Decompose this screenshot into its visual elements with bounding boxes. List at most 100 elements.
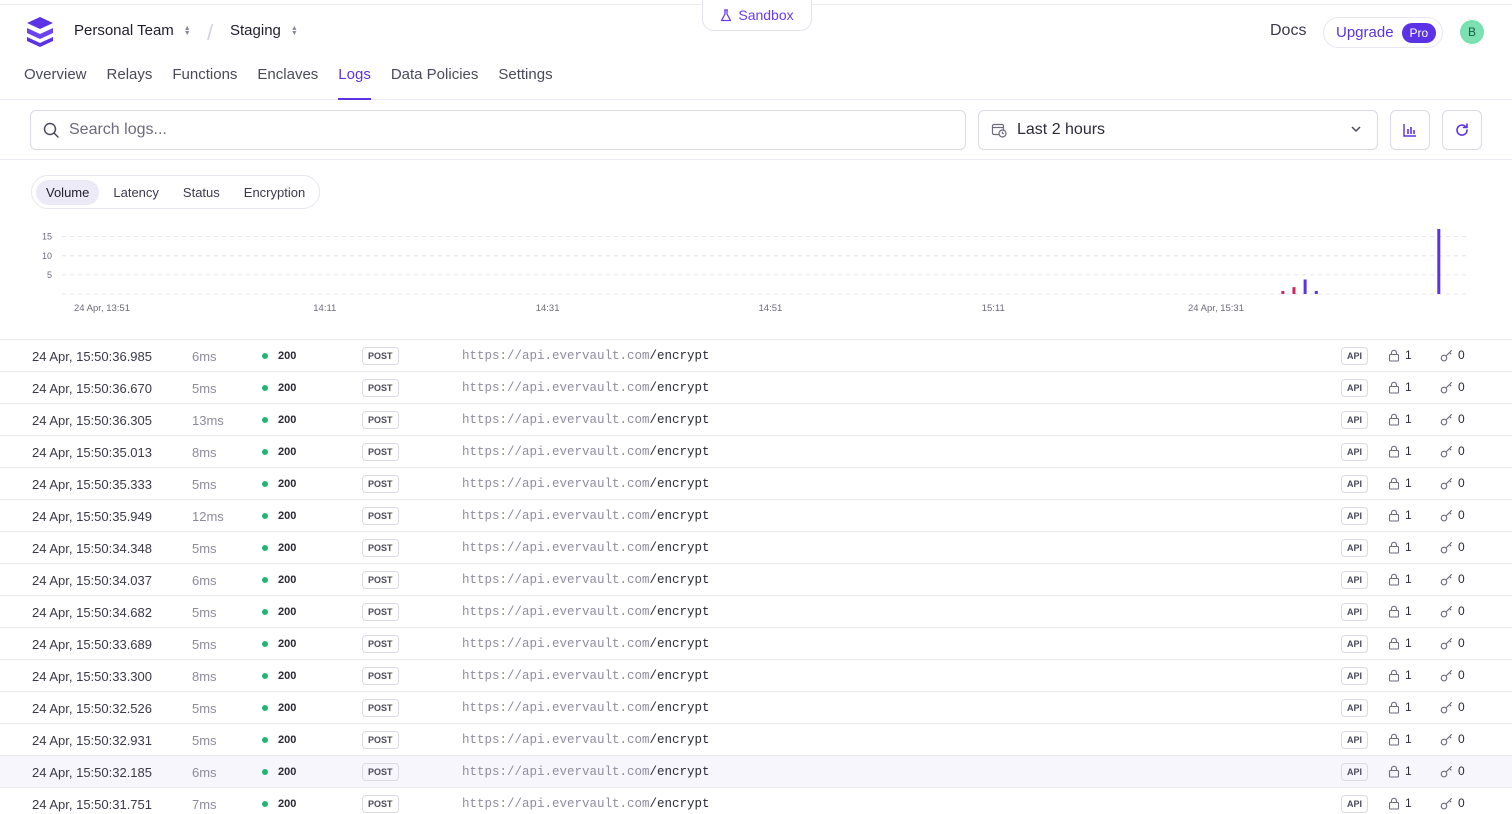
table-row[interactable]: 24 Apr, 15:50:35.333 5ms 200 POST https://ap… [0, 467, 1512, 499]
tab-functions[interactable]: Functions [172, 66, 237, 100]
method-badge: POST [362, 475, 399, 493]
table-row[interactable]: 24 Apr, 15:50:36.985 6ms 200 POST https://ap… [0, 339, 1512, 371]
lock-icon [1388, 445, 1400, 458]
key-icon [1440, 349, 1453, 361]
log-url-host: https://api.evervault.com [462, 573, 650, 587]
time-range-select[interactable]: Last 2 hours [978, 110, 1378, 150]
log-url: https://api.evervault.com/encrypt [462, 509, 710, 523]
decrypted-value: 0 [1458, 636, 1465, 650]
calendar-clock-icon [991, 123, 1007, 138]
log-url: https://api.evervault.com/encrypt [462, 669, 710, 683]
table-row[interactable]: 24 Apr, 15:50:32.526 5ms 200 POST https://ap… [0, 691, 1512, 723]
log-url: https://api.evervault.com/encrypt [462, 765, 710, 779]
decrypted-count: 0 [1440, 412, 1465, 426]
method-badge: POST [362, 443, 399, 461]
metric-tab-latency[interactable]: Latency [103, 180, 169, 205]
encrypted-count: 1 [1388, 636, 1412, 650]
volume-chart: 15 10 5 24 Apr, 13:51 14:11 14:31 14:51 15:11 24… [42, 229, 1470, 314]
key-icon [1440, 445, 1453, 457]
status-dot-icon [262, 705, 268, 711]
table-row[interactable]: 24 Apr, 15:50:34.037 6ms 200 POST https://ap… [0, 563, 1512, 595]
table-row[interactable]: 24 Apr, 15:50:32.931 5ms 200 POST https://ap… [0, 723, 1512, 755]
decrypted-count: 0 [1440, 796, 1465, 810]
decrypted-value: 0 [1458, 444, 1465, 458]
upgrade-button[interactable]: Upgrade Pro [1323, 17, 1443, 48]
log-url-path: /encrypt [649, 605, 710, 619]
status-dot-icon [262, 769, 268, 775]
source-badge: API [1341, 347, 1369, 365]
key-icon [1440, 605, 1453, 617]
table-row[interactable]: 24 Apr, 15:50:31.751 7ms 200 POST https://ap… [0, 787, 1512, 814]
table-row[interactable]: 24 Apr, 15:50:33.689 5ms 200 POST https://ap… [0, 627, 1512, 659]
source-badge: API [1341, 507, 1369, 525]
tab-enclaves[interactable]: Enclaves [257, 66, 318, 100]
method-badge: POST [362, 699, 399, 717]
evervault-logo[interactable] [25, 16, 55, 48]
chart-bar[interactable] [1437, 229, 1441, 294]
docs-link[interactable]: Docs [1270, 22, 1306, 40]
chart-bar[interactable] [1281, 290, 1285, 294]
x-tick-label: 14:51 [759, 303, 783, 314]
search-input[interactable] [69, 121, 949, 139]
table-row[interactable]: 24 Apr, 15:50:34.682 5ms 200 POST https://ap… [0, 595, 1512, 627]
team-switcher[interactable]: Personal Team ▲ ▼ [74, 22, 191, 39]
lock-icon [1388, 733, 1400, 746]
chart-bar[interactable] [1292, 287, 1296, 294]
tab-logs[interactable]: Logs [338, 66, 371, 100]
log-url: https://api.evervault.com/encrypt [462, 797, 710, 811]
log-url-host: https://api.evervault.com [462, 381, 650, 395]
encrypted-count: 1 [1388, 444, 1412, 458]
encrypted-value: 1 [1405, 700, 1412, 714]
key-icon [1440, 669, 1453, 681]
key-icon [1440, 541, 1453, 553]
source-badge: API [1341, 411, 1369, 429]
log-latency: 12ms [192, 509, 224, 524]
avatar[interactable]: B [1460, 20, 1484, 44]
key-icon [1440, 477, 1453, 489]
table-row[interactable]: 24 Apr, 15:50:35.949 12ms 200 POST https://a… [0, 499, 1512, 531]
metric-tab-volume[interactable]: Volume [36, 179, 100, 205]
log-latency: 5ms [192, 701, 217, 716]
tab-data-policies[interactable]: Data Policies [391, 66, 479, 100]
decrypted-count: 0 [1440, 380, 1465, 394]
encrypted-value: 1 [1405, 444, 1412, 458]
metric-tab-encryption[interactable]: Encryption [234, 180, 315, 205]
table-row[interactable]: 24 Apr, 15:50:33.300 8ms 200 POST https://ap… [0, 659, 1512, 691]
chart-toggle-button[interactable] [1390, 110, 1430, 150]
search-box[interactable] [30, 110, 966, 150]
lock-icon [1388, 477, 1400, 490]
x-tick-label: 15:11 [982, 303, 1005, 314]
key-icon [1440, 381, 1453, 393]
table-row[interactable]: 24 Apr, 15:50:36.305 13ms 200 POST https://a… [0, 403, 1512, 435]
tab-overview[interactable]: Overview [24, 66, 87, 100]
lock-icon [1388, 669, 1400, 682]
table-row[interactable]: 24 Apr, 15:50:32.185 6ms 200 POST https://ap… [0, 755, 1512, 787]
method-badge: POST [362, 411, 399, 429]
log-url-host: https://api.evervault.com [462, 477, 650, 491]
table-row[interactable]: 24 Apr, 15:50:34.348 5ms 200 POST https://ap… [0, 531, 1512, 563]
encrypted-count: 1 [1388, 348, 1412, 362]
environment-switcher[interactable]: Staging ▲ ▼ [230, 22, 298, 39]
decrypted-value: 0 [1458, 572, 1465, 586]
metric-tab-status[interactable]: Status [173, 180, 230, 205]
log-url-host: https://api.evervault.com [462, 797, 650, 811]
decrypted-count: 0 [1440, 444, 1465, 458]
search-icon [43, 122, 59, 138]
refresh-button[interactable] [1442, 110, 1482, 150]
chart-bar[interactable] [1303, 279, 1307, 294]
key-icon [1440, 797, 1453, 809]
table-row[interactable]: 24 Apr, 15:50:35.013 8ms 200 POST https://ap… [0, 435, 1512, 467]
log-timestamp: 24 Apr, 15:50:36.670 [32, 381, 152, 396]
chart-bar[interactable] [1314, 290, 1318, 294]
sandbox-badge[interactable]: Sandbox [702, 0, 812, 31]
decrypted-count: 0 [1440, 540, 1465, 554]
log-status: 200 [278, 798, 297, 810]
key-icon [1440, 413, 1453, 425]
table-row[interactable]: 24 Apr, 15:50:36.670 5ms 200 POST https://ap… [0, 371, 1512, 403]
source-badge: API [1341, 795, 1369, 813]
tab-relays[interactable]: Relays [107, 66, 153, 100]
log-status: 200 [278, 414, 297, 426]
encrypted-value: 1 [1405, 732, 1412, 746]
tab-settings[interactable]: Settings [498, 66, 552, 100]
breadcrumb-separator: / [207, 20, 214, 45]
